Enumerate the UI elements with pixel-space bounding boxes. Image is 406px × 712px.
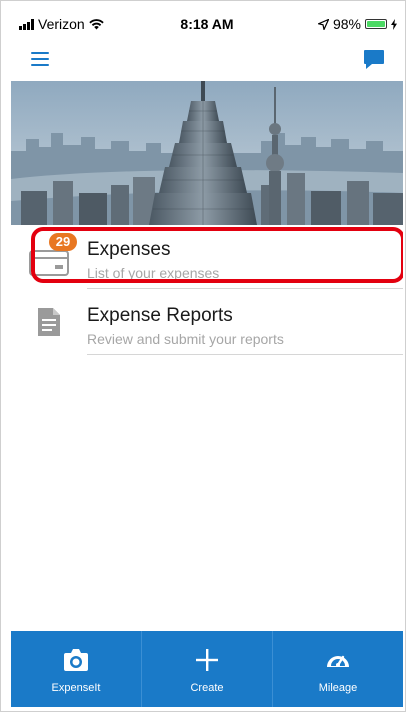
menu-icon[interactable] [31, 52, 49, 66]
battery-level-fill [367, 21, 385, 27]
battery-icon [365, 19, 387, 29]
tab-label: Create [190, 682, 224, 694]
tab-create[interactable]: Create [142, 631, 273, 707]
menu-item-expenses[interactable]: 29 Expenses List of your expenses [11, 227, 403, 289]
device-frame: Verizon 8:18 AM 98% 29 Expenses List of … [0, 0, 406, 712]
expenses-count-badge: 29 [49, 233, 77, 251]
battery-percent: 98% [332, 16, 361, 32]
tab-expenseit[interactable]: ExpenseIt [11, 631, 142, 707]
menu-item-expense-reports[interactable]: Expense Reports Review and submit your r… [11, 293, 403, 355]
menu-item-subtitle: Review and submit your reports [87, 331, 284, 347]
status-bar: Verizon 8:18 AM 98% [11, 9, 403, 37]
status-right: 98% [317, 16, 397, 32]
document-icon [38, 308, 60, 336]
plus-icon [196, 649, 218, 671]
camera-icon [64, 649, 88, 671]
charging-bolt-icon [391, 18, 397, 30]
location-arrow-icon [317, 18, 329, 30]
divider [87, 354, 403, 355]
speedometer-icon [327, 655, 349, 667]
app-screen: Verizon 8:18 AM 98% 29 Expenses List of … [11, 9, 403, 707]
menu-item-subtitle: List of your expenses [87, 265, 220, 281]
menu-item-title: Expenses [87, 239, 171, 260]
chat-icon[interactable] [363, 48, 385, 70]
hero-image [11, 81, 403, 225]
tab-bar: ExpenseIt Create Mileage [11, 631, 403, 707]
menu-item-title: Expense Reports [87, 305, 233, 326]
nav-bar [11, 37, 403, 81]
city-skyline-image [11, 81, 403, 225]
tab-mileage[interactable]: Mileage [273, 631, 403, 707]
card-icon [29, 250, 69, 276]
tab-label: Mileage [318, 682, 358, 694]
divider [87, 288, 403, 289]
tab-label: ExpenseIt [51, 682, 101, 694]
